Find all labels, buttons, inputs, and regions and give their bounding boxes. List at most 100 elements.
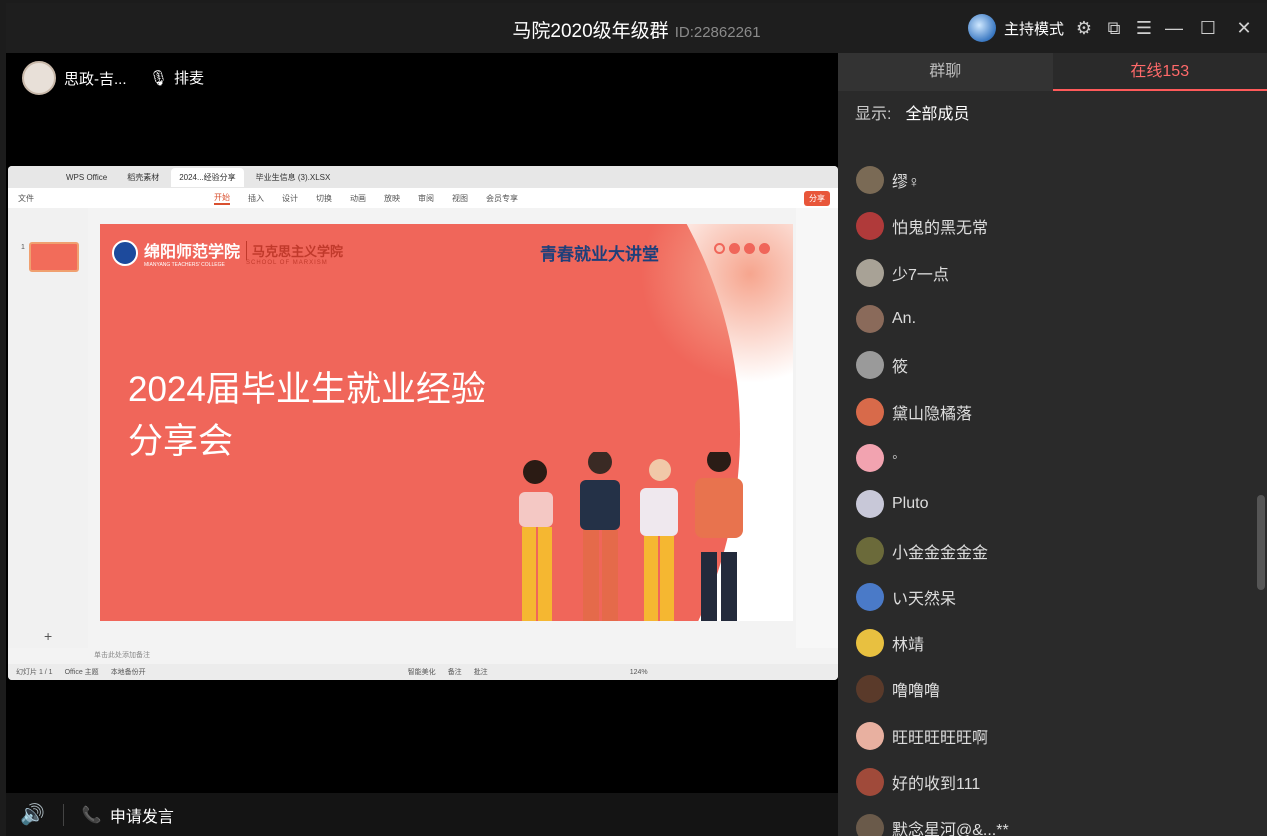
wps-ribbon: 文件 开始 插入 设计 切换 动画 放映 审阅 视图 会员专享 分享 <box>8 188 838 208</box>
list-item[interactable]: 默念星河@&...** <box>838 805 1258 836</box>
list-item[interactable]: ◦ <box>838 435 1258 481</box>
bottom-bar: 🔊 📞 申请发言 <box>6 793 838 836</box>
apply-speak-button[interactable]: 📞 申请发言 <box>82 803 174 827</box>
avatar <box>856 397 884 426</box>
ribbon-tab[interactable]: 设计 <box>282 193 298 204</box>
phone-icon: 📞 <box>81 806 102 824</box>
group-name: 马院2020级年级群 <box>512 21 669 42</box>
member-list: 缪♀ 怕鬼的黑无常少7一点 An. 筱黛山隐橘落 ◦ Pluto 小金金金金金い天然呆林靖噜… <box>838 157 1258 836</box>
avatar <box>856 582 884 611</box>
add-slide-icon[interactable]: + <box>44 628 52 644</box>
speaker-icon[interactable]: 🔊 <box>20 802 45 827</box>
ribbon-tab[interactable]: 插入 <box>248 193 264 204</box>
avatar <box>856 629 884 658</box>
side-toolbar <box>796 208 838 648</box>
tab-docer[interactable]: 稻壳素材 <box>119 168 167 187</box>
tab-online[interactable]: 在线153 <box>1052 53 1267 91</box>
avatar <box>856 305 884 334</box>
list-item[interactable]: い天然呆 <box>838 574 1258 620</box>
avatar <box>856 212 884 241</box>
backup-status[interactable]: 本地备份开 <box>111 667 146 677</box>
zoom-level[interactable]: 124% <box>630 669 648 676</box>
video-stage: 思政-吉... 🎙 排麦 WPS Office 稻壳素材 2024...经验分享… <box>6 53 838 793</box>
school-logo-block: 绵阳师范学院 MIANYANG TEACHERS' COLLEGE 马克思主义学… <box>112 238 343 268</box>
college-name: 马克思主义学院 <box>246 240 343 260</box>
share-button[interactable]: 分享 <box>804 190 830 206</box>
notes-input[interactable]: 单击此处添加备注 <box>88 650 796 664</box>
list-item[interactable]: 筱 <box>838 342 1258 388</box>
maximize-icon[interactable]: ☐ <box>1196 16 1220 40</box>
list-item[interactable]: 怕鬼的黑无常 <box>838 203 1258 249</box>
apply-speak-label: 申请发言 <box>109 808 174 826</box>
list-item[interactable]: 黛山隐橘落 <box>838 388 1258 434</box>
list-item[interactable]: 旺旺旺旺旺啊 <box>838 713 1258 759</box>
ribbon-tab[interactable]: 视图 <box>452 193 468 204</box>
beautify-button[interactable]: 智能美化 <box>408 667 436 677</box>
member-name: 旺旺旺旺旺啊 <box>892 729 989 747</box>
list-item[interactable]: An. <box>838 296 1258 342</box>
tab-presentation[interactable]: 2024...经验分享 <box>171 167 244 187</box>
tab-wps-office[interactable]: WPS Office <box>58 169 115 186</box>
member-name: 小金金金金金 <box>892 544 989 562</box>
member-name: 好的收到111 <box>892 776 981 793</box>
panel-tabs: 群聊 在线153 <box>838 53 1267 91</box>
list-item[interactable]: 好的收到111 <box>838 759 1258 805</box>
slide-thumbnail[interactable] <box>29 242 79 272</box>
ribbon-tab[interactable]: 审阅 <box>418 193 434 204</box>
lecture-title: 青春就业大讲堂 <box>540 245 659 265</box>
filter-label: 显示: <box>855 106 892 123</box>
ribbon-tab[interactable]: 会员专享 <box>486 193 518 204</box>
presenter-info[interactable]: 思政-吉... <box>22 61 127 95</box>
popout-icon[interactable]: ⧉ <box>1102 16 1126 40</box>
close-icon[interactable]: ✕ <box>1232 16 1256 40</box>
slide-title-line: 2024届毕业生就业经验 <box>128 370 486 409</box>
ribbon-tab[interactable]: 放映 <box>384 193 400 204</box>
tab-group-chat[interactable]: 群聊 <box>838 53 1053 91</box>
ribbon-tab[interactable]: 切换 <box>316 193 332 204</box>
college-name-en: SCHOOL OF MARXISM <box>246 259 328 266</box>
mic-queue-button[interactable]: 🎙 排麦 <box>149 67 204 88</box>
students-illustration <box>519 452 743 621</box>
settings-icon[interactable]: ⚙ <box>1072 16 1096 40</box>
ribbon-tab[interactable]: 开始 <box>214 192 230 205</box>
list-item[interactable]: 噜噜噜 <box>838 666 1258 712</box>
avatar <box>856 536 884 565</box>
divider <box>62 803 64 826</box>
avatar <box>856 721 884 750</box>
member-filter[interactable]: 显示: 全部成员 <box>838 91 1267 133</box>
group-id: ID:22862261 <box>674 24 761 41</box>
member-panel: 群聊 在线153 显示: 全部成员 缪♀ 怕鬼的黑无常少7一点 An. 筱黛山隐橘落 ◦… <box>838 53 1267 836</box>
avatar <box>856 675 884 704</box>
mic-queue-label: 排麦 <box>174 70 205 87</box>
avatar <box>856 351 884 380</box>
member-name: 缪♀ <box>892 174 921 192</box>
host-mode-button[interactable]: 主持模式 <box>968 14 1064 42</box>
menu-icon[interactable]: ☰ <box>1132 16 1156 40</box>
avatar <box>968 14 996 42</box>
slide-number: 1 <box>21 244 25 251</box>
tab-spreadsheet[interactable]: 毕业生信息 (3).XLSX <box>248 168 339 187</box>
slide-canvas: 绵阳师范学院 MIANYANG TEACHERS' COLLEGE 马克思主义学… <box>100 224 793 621</box>
list-item[interactable]: 小金金金金金 <box>838 527 1258 573</box>
status-bar: 幻灯片 1 / 1 Office 主题 本地备份开 智能美化 备注 批注 124… <box>8 664 838 680</box>
ribbon-tab[interactable]: 动画 <box>350 193 366 204</box>
list-item[interactable]: 林靖 <box>838 620 1258 666</box>
decorative-dots <box>714 243 770 254</box>
list-item[interactable]: 缪♀ <box>838 157 1258 203</box>
member-name: 噜噜噜 <box>892 683 941 701</box>
avatar <box>856 814 884 836</box>
presenter-name: 思政-吉... <box>64 70 127 88</box>
list-item[interactable]: 少7一点 <box>838 250 1258 296</box>
member-name: 怕鬼的黑无常 <box>892 220 989 238</box>
list-item[interactable]: Pluto <box>838 481 1258 527</box>
notes-button[interactable]: 备注 <box>448 667 462 677</box>
presenter-avatar <box>22 61 56 95</box>
app-window: 马院2020级年级群 ID:22862261 主持模式 ⚙ ⧉ ☰ — ☐ ✕ 思… <box>6 3 1267 836</box>
theme-name: Office 主题 <box>64 669 99 676</box>
member-name: 林靖 <box>892 637 925 655</box>
minimize-icon[interactable]: — <box>1162 16 1186 40</box>
file-menu[interactable]: 文件 <box>18 193 34 204</box>
comments-button[interactable]: 批注 <box>474 667 488 677</box>
avatar <box>856 443 884 472</box>
scrollbar[interactable] <box>1257 495 1265 590</box>
